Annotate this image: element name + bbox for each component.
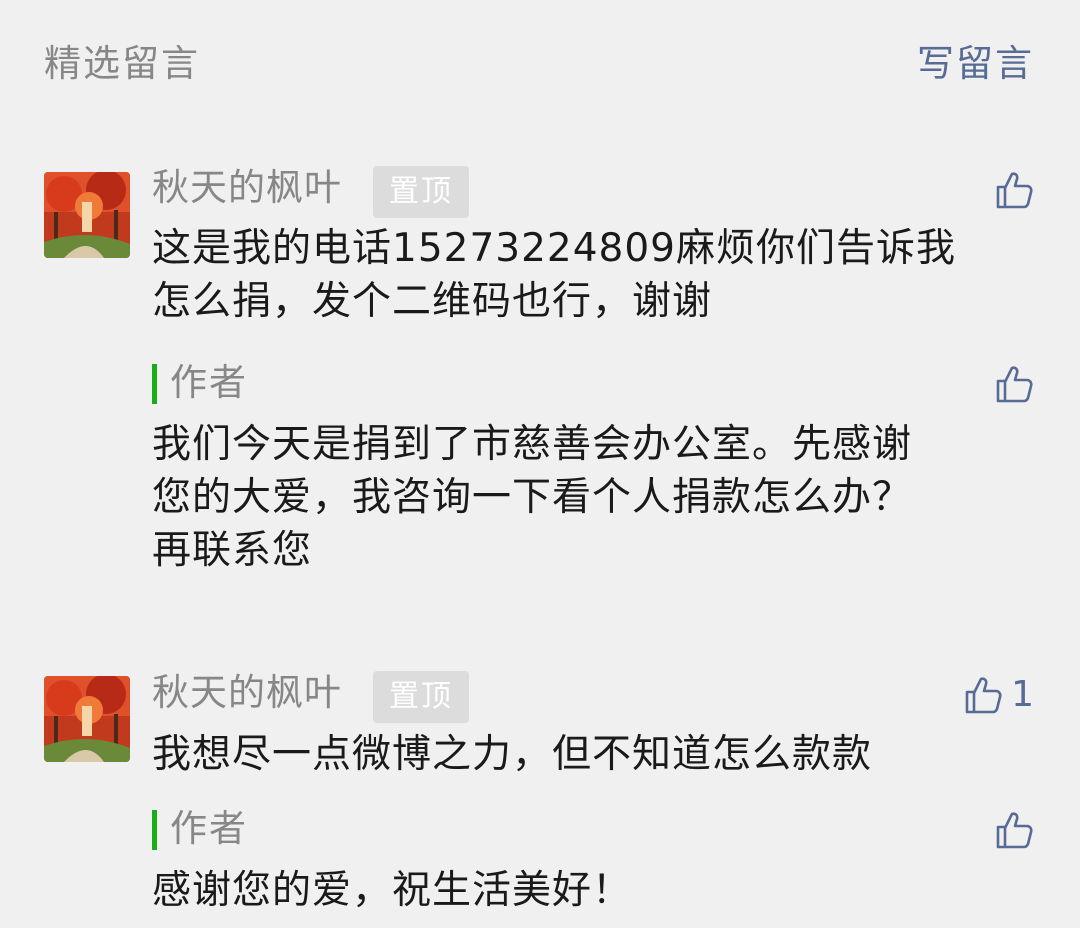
autumn-maple-avatar-image xyxy=(44,676,130,762)
author-reply-label: 作者 xyxy=(170,361,248,404)
reply-text-line: 感谢您的爱，祝生活美好！ xyxy=(152,868,633,913)
featured-comments-title: 精选留言 xyxy=(44,42,200,85)
comment-like-button[interactable]: 1 xyxy=(963,674,1034,715)
comment-text-line: 我想尽一点微博之力，但不知道怎么款款 xyxy=(152,732,873,777)
comment-nickname: 秋天的枫叶 xyxy=(152,166,342,209)
author-reply-marker xyxy=(152,810,157,850)
reply-text-line: 我们今天是捐到了市慈善会办公室。先感谢 xyxy=(152,422,913,467)
thumbs-up-icon xyxy=(996,172,1033,209)
author-reply-text: 我们今天是捐到了市慈善会办公室。先感谢 您的大爱，我咨询一下看个人捐款怎么办？ … xyxy=(152,418,1032,577)
thumbs-up-icon xyxy=(996,812,1033,849)
thumbs-up-icon xyxy=(996,366,1033,403)
comment-text: 这是我的电话15273224809麻烦你们告诉我 怎么捐，发个二维码也行，谢谢 xyxy=(152,222,1032,328)
reply-like-button[interactable] xyxy=(994,810,1034,850)
reply-like-button[interactable] xyxy=(994,364,1034,404)
like-count: 1 xyxy=(1011,674,1034,715)
write-comment-button[interactable]: 写留言 xyxy=(917,36,1034,92)
comment-text: 我想尽一点微博之力，但不知道怎么款款 xyxy=(152,728,1032,781)
author-reply-text: 感谢您的爱，祝生活美好！ xyxy=(152,864,1032,917)
autumn-maple-avatar-image xyxy=(44,172,130,258)
avatar[interactable] xyxy=(44,172,130,258)
avatar[interactable] xyxy=(44,676,130,762)
reply-text-line: 再联系您 xyxy=(152,528,313,573)
author-reply-marker xyxy=(152,364,157,404)
pinned-badge: 置顶 xyxy=(373,671,469,723)
pinned-badge: 置顶 xyxy=(373,166,469,218)
comments-header: 精选留言 写留言 xyxy=(44,36,1034,92)
comment-text-line: 这是我的电话15273224809麻烦你们告诉我 xyxy=(152,226,956,271)
reply-text-line: 您的大爱，我咨询一下看个人捐款怎么办？ xyxy=(152,475,913,520)
comment-like-button[interactable] xyxy=(994,170,1034,210)
author-reply-label: 作者 xyxy=(170,807,248,850)
thumbs-up-icon xyxy=(965,676,1002,713)
comment-nickname: 秋天的枫叶 xyxy=(152,671,342,714)
comment-text-line: 怎么捐，发个二维码也行，谢谢 xyxy=(152,279,713,324)
